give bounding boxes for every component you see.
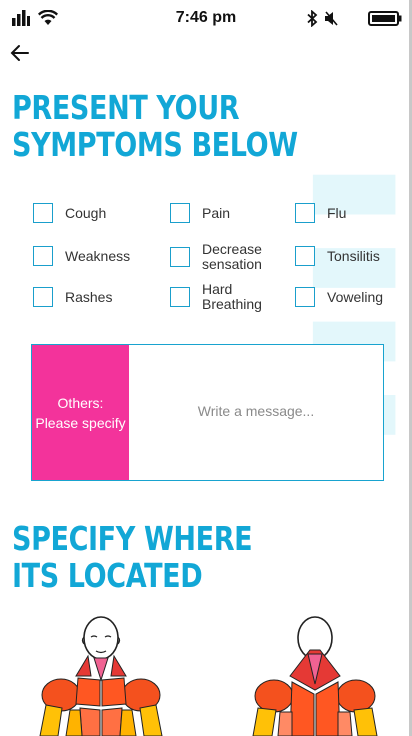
checkbox[interactable] <box>295 246 315 266</box>
symptom-cough[interactable]: Cough <box>33 203 106 223</box>
checkbox[interactable] <box>295 203 315 223</box>
body-back-figure[interactable] <box>250 610 380 736</box>
symptom-rashes[interactable]: Rashes <box>33 287 112 307</box>
symptom-flu[interactable]: Flu <box>295 203 346 223</box>
back-button[interactable] <box>8 40 34 66</box>
symptom-label: Cough <box>65 204 107 221</box>
others-label: Others: <box>57 394 104 411</box>
symptom-voweling[interactable]: Voweling <box>295 287 383 307</box>
symptom-label: Voweling <box>327 288 384 305</box>
others-field: Others: Please specify <box>31 344 384 481</box>
symptom-pain[interactable]: Pain <box>170 203 230 223</box>
body-front-figure[interactable] <box>36 610 166 736</box>
symptom-label: Tonsilitis <box>327 247 380 264</box>
checkbox[interactable] <box>170 287 190 307</box>
symptom-label: Hard Breathing <box>202 281 262 312</box>
checkbox[interactable] <box>295 287 315 307</box>
head-icon <box>81 616 121 660</box>
symptom-label: Decrease sensation <box>202 241 262 272</box>
others-sublabel: Please specify <box>35 414 126 431</box>
bluetooth-icon <box>307 10 318 27</box>
checkbox[interactable] <box>33 246 53 266</box>
mute-icon <box>325 11 338 26</box>
checkbox[interactable] <box>33 203 53 223</box>
symptom-label: Weakness <box>65 247 131 264</box>
symptom-tonsilitis[interactable]: Tonsilitis <box>295 246 380 266</box>
symptom-weakness[interactable]: Weakness <box>33 246 130 266</box>
location-heading: SPECIFY WHERE ITS LOCATED <box>12 519 253 595</box>
symptom-decrease-sensation[interactable]: Decrease sensation <box>170 242 262 272</box>
symptoms-heading: PRESENT YOUR SYMPTOMS BELOW <box>12 88 298 164</box>
checkbox[interactable] <box>170 203 190 223</box>
symptom-label: Pain <box>202 204 231 221</box>
symptom-label: Flu <box>327 204 347 221</box>
symptom-label: Rashes <box>65 288 113 305</box>
status-bar: 7:46 pm <box>0 0 412 36</box>
message-input[interactable] <box>129 345 383 480</box>
status-time: 7:46 pm <box>175 9 237 26</box>
checkbox[interactable] <box>33 287 53 307</box>
checkbox[interactable] <box>170 247 190 267</box>
battery-icon <box>368 11 402 26</box>
arrow-left-icon <box>10 45 29 61</box>
others-tag: Others: Please specify <box>32 345 129 480</box>
symptom-hard-breathing[interactable]: Hard Breathing <box>170 282 262 312</box>
